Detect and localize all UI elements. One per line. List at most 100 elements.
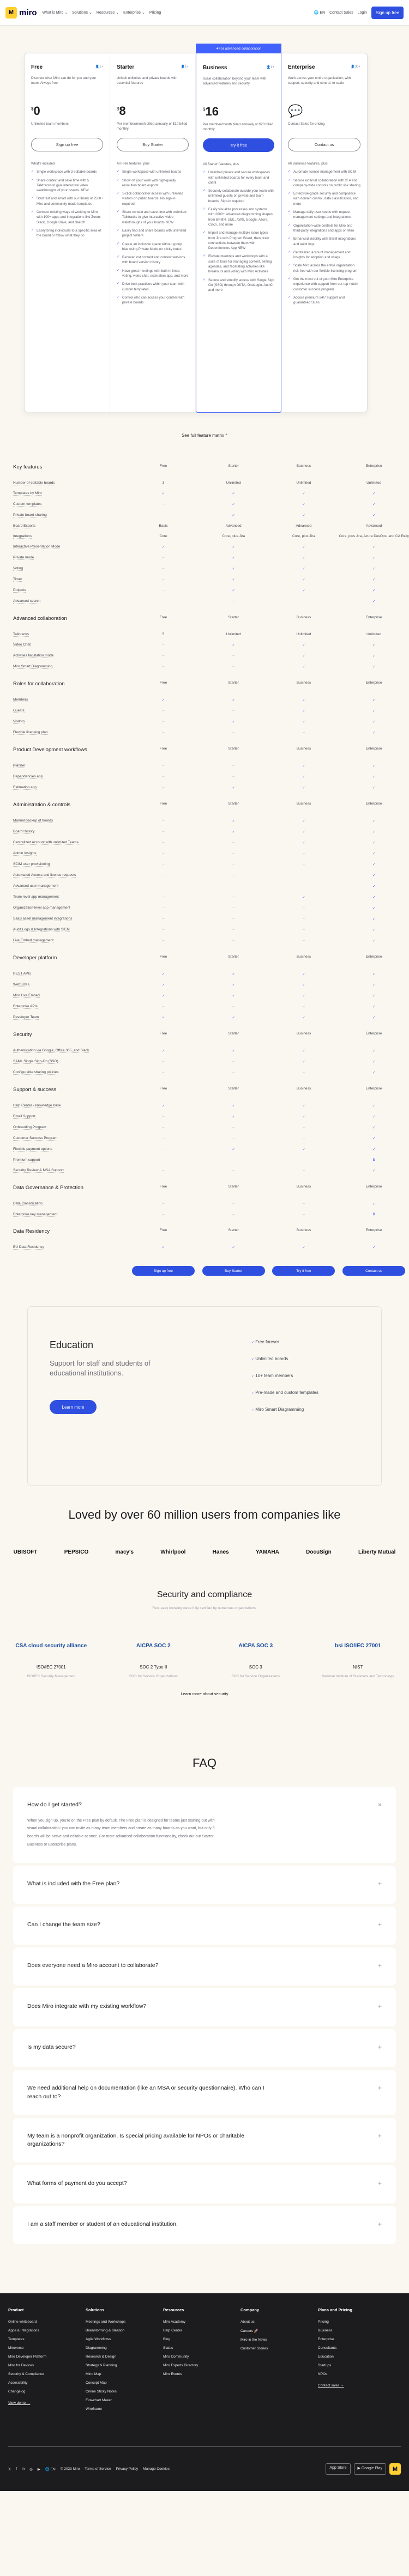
plus-icon[interactable]: +	[378, 2043, 382, 2053]
feature-label[interactable]: Customer Success Program	[13, 1136, 58, 1141]
footer-link[interactable]: Templates	[8, 2337, 86, 2341]
feature-label[interactable]: Board History	[13, 830, 35, 834]
terms-link[interactable]: Terms of Service	[85, 2467, 111, 2471]
feature-label[interactable]: Enterprise APIs	[13, 1004, 38, 1009]
footer-cta-link[interactable]: View demo →	[8, 2401, 86, 2405]
feature-label[interactable]: Video Chat	[13, 643, 31, 647]
footer-language-selector[interactable]: 🌐 EN	[45, 2467, 56, 2471]
footer-link[interactable]: Brainstorming & Ideation	[86, 2329, 163, 2333]
faq-question[interactable]: Does everyone need a Miro account to col…	[27, 1962, 273, 1970]
app-store-badge[interactable]: App Store	[326, 2463, 351, 2475]
footer-link[interactable]: Strategy & Planning	[86, 2364, 163, 2367]
feature-label[interactable]: Help Center - knowledge base	[13, 1104, 61, 1108]
instagram-icon[interactable]: ◎	[29, 2467, 33, 2471]
feature-label[interactable]: Members	[13, 698, 28, 702]
footer-link[interactable]: Consultants	[318, 2346, 395, 2350]
feature-label[interactable]: EU Data Residency	[13, 1245, 44, 1250]
faq-question[interactable]: I am a staff member or student of an edu…	[27, 2220, 273, 2228]
footer-link[interactable]: Pricing	[318, 2320, 395, 2324]
nav-pricing[interactable]: Pricing	[149, 11, 161, 15]
faq-question[interactable]: What is included with the Free plan?	[27, 1880, 273, 1888]
close-icon[interactable]: ×	[378, 1801, 382, 1849]
feature-label[interactable]: SaaS asset management integrations	[13, 917, 73, 921]
footer-link[interactable]: Careers 🚀	[240, 2329, 318, 2333]
feature-label[interactable]: WebSDKs	[13, 983, 29, 987]
faq-question[interactable]: Does Miro integrate with my existing wor…	[27, 2002, 273, 2011]
faq-item[interactable]: My team is a nonprofit organization. Is …	[13, 2117, 396, 2163]
feature-label[interactable]: REST APIs	[13, 972, 31, 976]
faq-item[interactable]: Does everyone need a Miro account to col…	[13, 1947, 396, 1986]
faq-question[interactable]: Can I change the team size?	[27, 1921, 273, 1929]
nav-solutions[interactable]: Solutions ⌄	[72, 10, 92, 15]
footer-link[interactable]: Diagramming	[86, 2346, 163, 2350]
footer-link[interactable]: Meetings and Workshops	[86, 2320, 163, 2324]
feature-label[interactable]: Private board sharing	[13, 513, 47, 517]
faq-question[interactable]: What forms of payment do you accept?	[27, 2179, 273, 2188]
faq-question[interactable]: How do I get started?	[27, 1801, 273, 1809]
learn-more-security-link[interactable]: Learn more about security	[0, 1691, 409, 1696]
faq-item[interactable]: What forms of payment do you accept? +	[13, 2165, 396, 2204]
signup-button[interactable]: Sign up free	[371, 6, 404, 19]
education-learn-more-button[interactable]: Learn more	[50, 1400, 97, 1415]
feature-label[interactable]: Security Review & MSA Support	[13, 1168, 64, 1173]
plus-icon[interactable]: +	[378, 2002, 382, 2012]
faq-question[interactable]: We need additional help on documentation…	[27, 2084, 273, 2100]
feature-label[interactable]: Voting	[13, 567, 23, 571]
feature-label[interactable]: Automated Access and license requests	[13, 873, 76, 878]
faq-item[interactable]: How do I get started? When you sign up, y…	[13, 1787, 396, 1864]
feature-label[interactable]: SCIM user provisioning	[13, 862, 50, 867]
feature-label[interactable]: SAML Single Sign-On (SSO)	[13, 1059, 58, 1064]
faq-item[interactable]: I am a staff member or student of an edu…	[13, 2206, 396, 2245]
footer-link[interactable]: Wireframe	[86, 2407, 163, 2411]
plus-icon[interactable]: +	[378, 1921, 382, 1931]
footer-link[interactable]: Miro Community	[163, 2355, 240, 2359]
footer-link[interactable]: Accessibility	[8, 2381, 86, 2385]
feature-label[interactable]: Estimation app	[13, 785, 37, 790]
footer-link[interactable]: Education	[318, 2355, 395, 2359]
footer-link[interactable]: Miro Academy	[163, 2320, 240, 2324]
feature-label[interactable]: Advanced user management	[13, 884, 59, 888]
footer-link[interactable]: Changelog	[8, 2390, 86, 2394]
nav-resources[interactable]: Resources ⌄	[97, 10, 119, 15]
footer-link[interactable]: Security & Compliance	[8, 2372, 86, 2376]
feature-label[interactable]: Admin Insights	[13, 851, 37, 856]
footer-link[interactable]: Help Center	[163, 2329, 240, 2333]
faq-item[interactable]: What is included with the Free plan? +	[13, 1866, 396, 1904]
privacy-link[interactable]: Privacy Policy	[116, 2467, 138, 2471]
feature-label[interactable]: Manual backup of boards	[13, 819, 53, 823]
matrix-cta-button[interactable]: Try it free	[272, 1266, 335, 1276]
faq-item[interactable]: Does Miro integrate with my existing wor…	[13, 1988, 396, 2027]
footer-link[interactable]: Online whiteboard	[8, 2320, 86, 2324]
faq-question[interactable]: Is my data secure?	[27, 2043, 273, 2051]
footer-link[interactable]: Enterprise	[318, 2337, 395, 2341]
plus-icon[interactable]: +	[378, 1880, 382, 1890]
plan-cta-button[interactable]: Buy Starter	[117, 138, 189, 151]
feature-label[interactable]: Onboarding Program	[13, 1125, 46, 1130]
facebook-icon[interactable]: f	[16, 2467, 17, 2471]
feature-label[interactable]: Visitors	[13, 720, 25, 724]
linkedin-icon[interactable]: in	[22, 2467, 25, 2471]
faq-item[interactable]: We need additional help on documentation…	[13, 2070, 396, 2115]
footer-link[interactable]: Mind Map	[86, 2372, 163, 2376]
footer-link[interactable]: About us	[240, 2320, 318, 2324]
faq-question[interactable]: My team is a nonprofit organization. Is …	[27, 2132, 273, 2148]
feature-label[interactable]: Team-level app management	[13, 895, 59, 899]
twitter-icon[interactable]: 𝕏	[8, 2467, 11, 2471]
matrix-cta-button[interactable]: Contact us	[342, 1266, 406, 1276]
footer-link[interactable]: NPOs	[318, 2372, 395, 2376]
feature-label[interactable]: Email Support	[13, 1115, 35, 1119]
feature-label[interactable]: Projects	[13, 588, 26, 593]
feature-label[interactable]: Interactive Presentation Mode	[13, 545, 61, 549]
feature-label[interactable]: Advanced search	[13, 599, 41, 604]
feature-label[interactable]: Integrations	[13, 534, 32, 539]
feature-label[interactable]: Activities facilitation mode	[13, 654, 54, 658]
feature-label[interactable]: Organization-level app management	[13, 906, 70, 910]
plan-cta-button[interactable]: Try it free	[203, 138, 274, 152]
matrix-cta-button[interactable]: Sign up free	[132, 1266, 195, 1276]
plus-icon[interactable]: +	[378, 2179, 382, 2189]
feature-label[interactable]: Centralized Account with unlimited Teams	[13, 841, 79, 845]
footer-link[interactable]: Concept Map	[86, 2381, 163, 2385]
footer-link[interactable]: Agile Workflows	[86, 2337, 163, 2341]
plus-icon[interactable]: +	[378, 2132, 382, 2148]
feature-label[interactable]: Timer	[13, 577, 22, 582]
